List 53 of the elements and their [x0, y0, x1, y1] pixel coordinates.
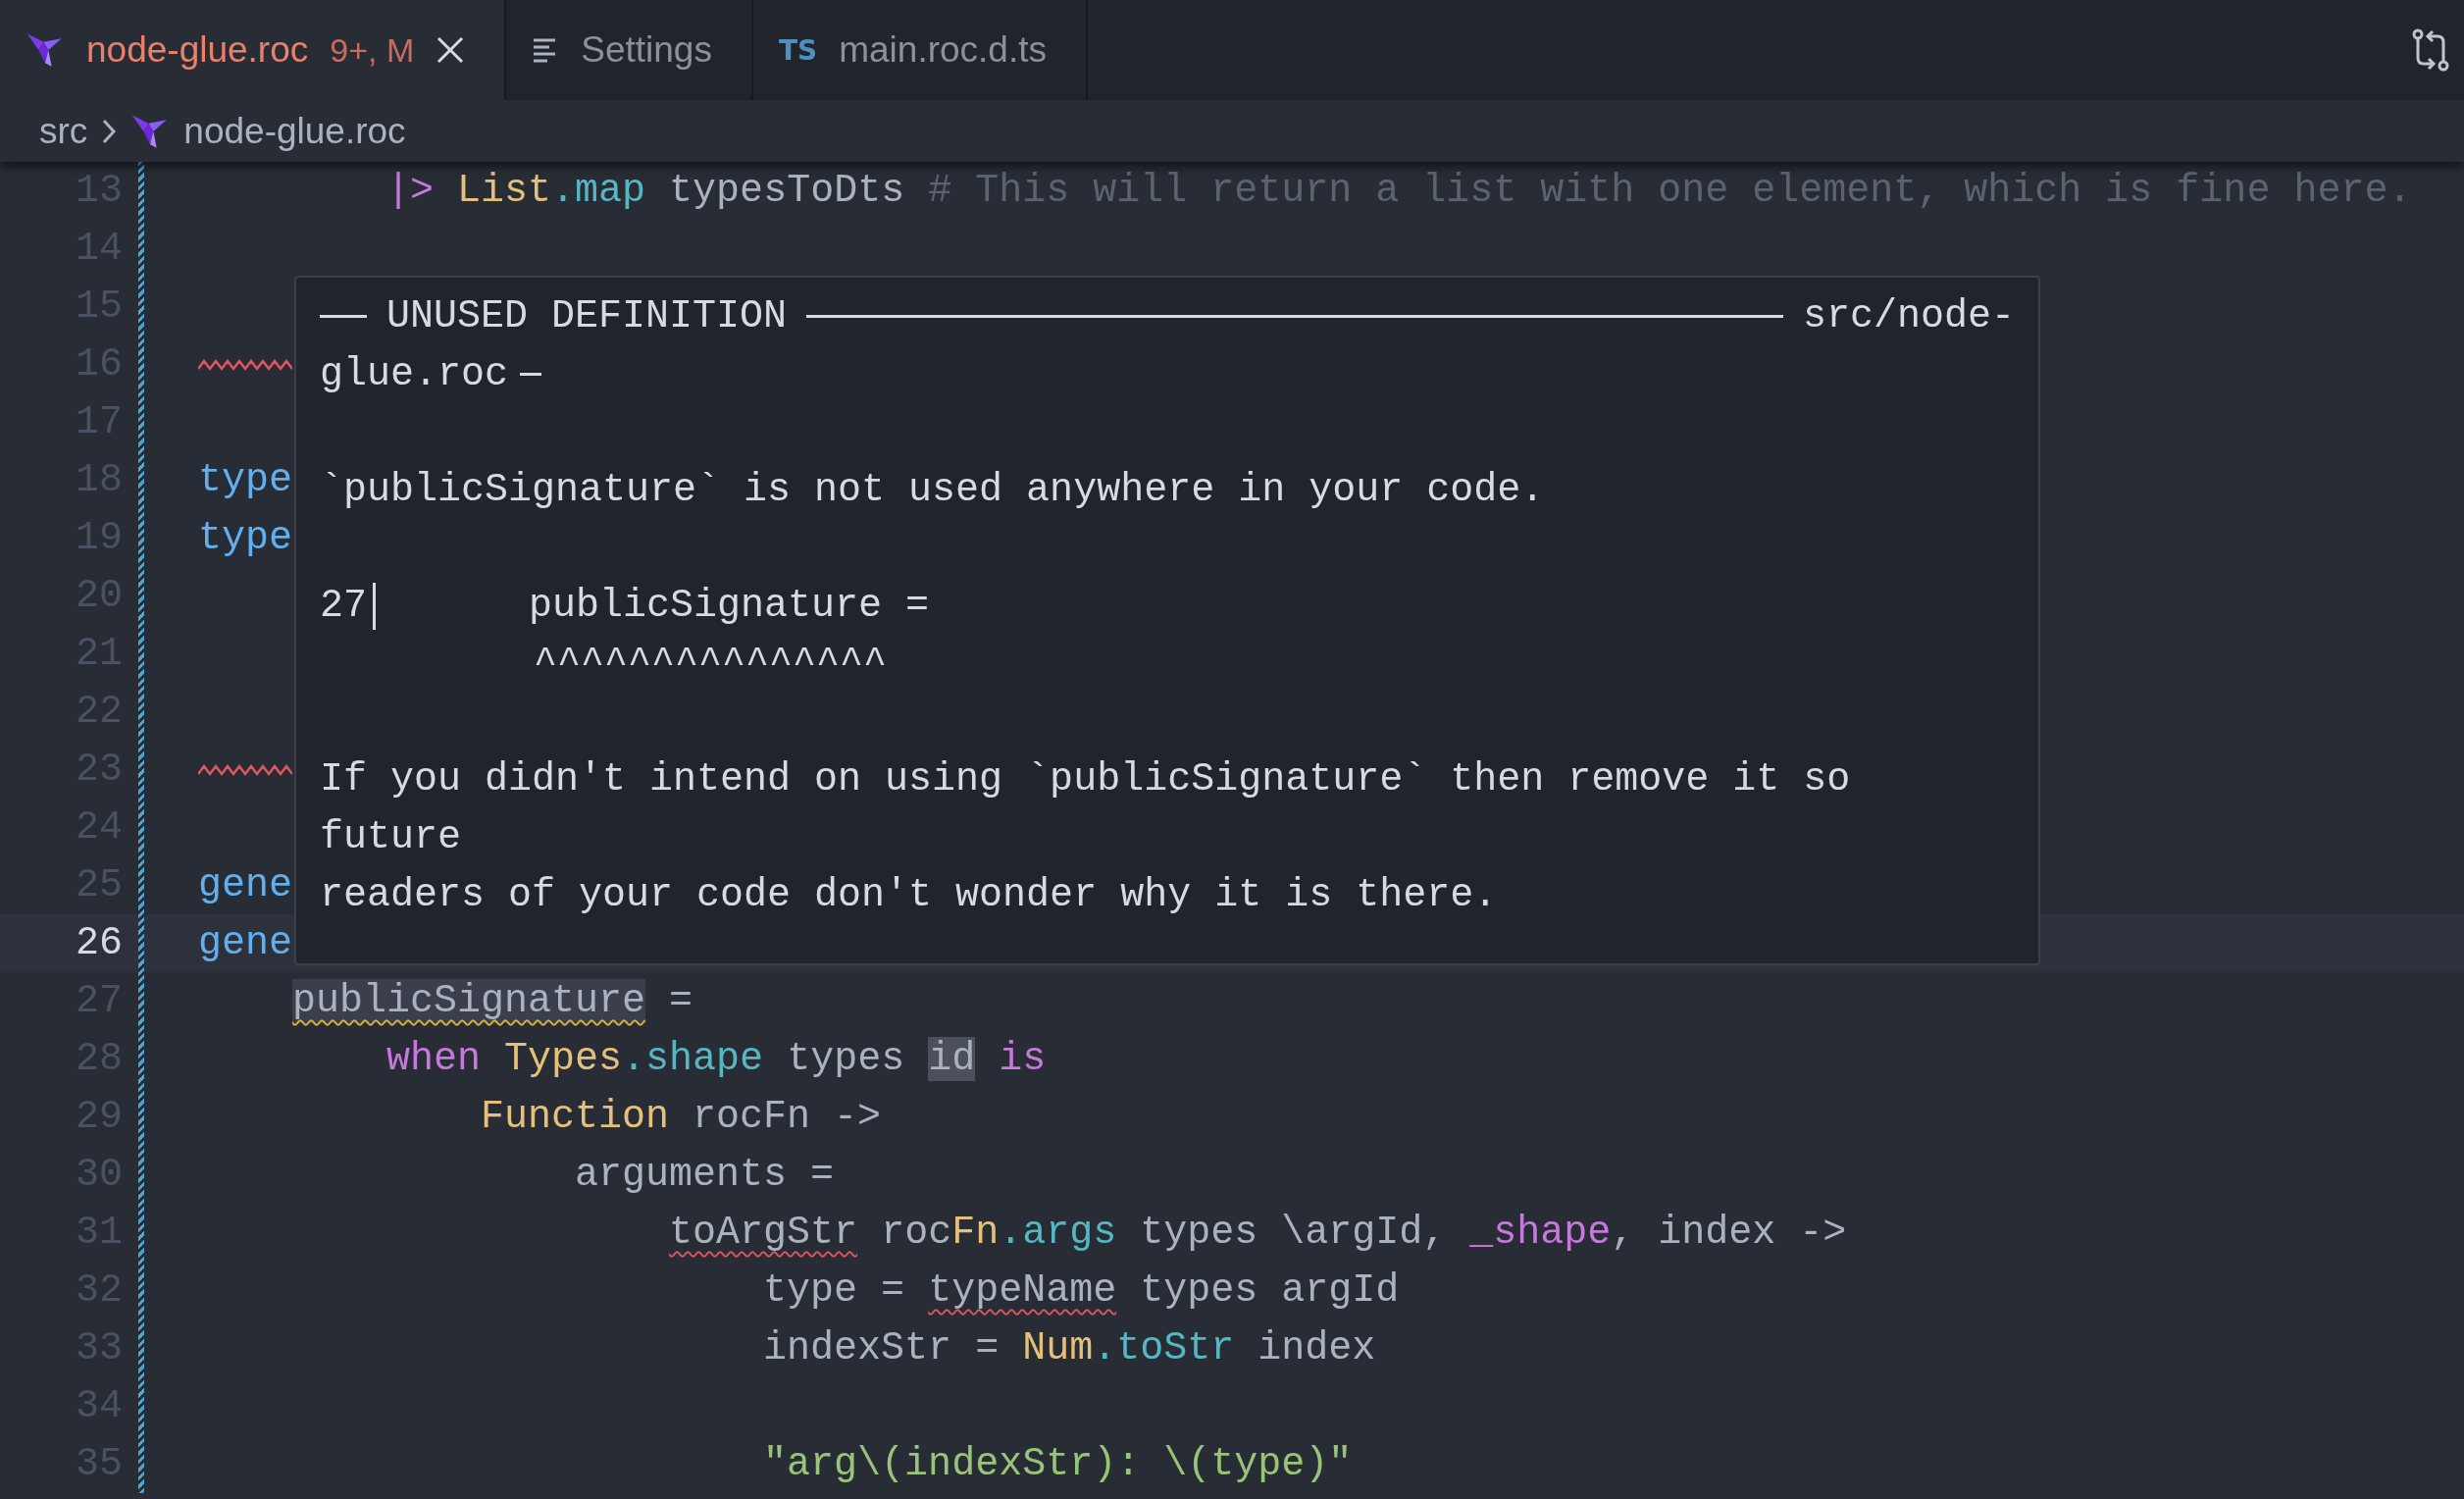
breadcrumb-item[interactable]: node-glue.roc	[183, 110, 406, 152]
code-token: type =	[763, 1268, 906, 1313]
code-token: .toStr	[1093, 1326, 1235, 1370]
compare-changes-icon[interactable]	[2411, 28, 2450, 72]
file-path: glue.roc	[320, 352, 509, 396]
code-token: type	[198, 516, 292, 560]
code-token: , index ->	[1611, 1211, 1847, 1255]
code-token: rocFn ->	[693, 1095, 882, 1139]
code-token: .map	[551, 169, 646, 213]
breadcrumb-item[interactable]: src	[39, 110, 88, 152]
code-token: typesToDts	[669, 169, 906, 213]
code-token: publicSignature	[292, 979, 646, 1023]
code-token: Fn	[951, 1211, 1000, 1255]
code-token: id	[928, 1037, 976, 1081]
code-token: indexStr =	[763, 1326, 1001, 1370]
code-token: .shape	[622, 1037, 764, 1081]
line-number: 26	[75, 921, 123, 965]
code-token: is	[999, 1037, 1047, 1081]
ts-icon: TS	[778, 33, 818, 67]
code-token: typeName	[928, 1268, 1117, 1313]
code-token: gene	[198, 921, 292, 965]
code-snippet: publicSignature =	[529, 584, 930, 628]
editor-tab[interactable]: node-glue.roc 9+, M	[0, 0, 507, 100]
code-token: _shape	[1469, 1211, 1612, 1255]
code-token: List	[457, 169, 552, 213]
error-marker: ^^^^^^^^^^^^^^^	[534, 642, 888, 686]
code-token: toArgStr	[669, 1211, 858, 1255]
code-token: Function	[481, 1095, 670, 1139]
code-token: types	[787, 1037, 906, 1081]
line-number: 27	[320, 584, 367, 628]
popup-message: `publicSignature` is not used anywhere in your code.	[320, 468, 1545, 512]
popup-hint: future	[320, 815, 462, 859]
popup-hint: If you didn't intend on using `publicSignature` then remove it so	[320, 757, 1851, 801]
code-token: .args	[999, 1211, 1117, 1255]
code-token: # This will return a list with one element, which is fine here.	[928, 169, 2412, 213]
code-token: arguments =	[575, 1153, 835, 1197]
code-token: roc	[881, 1211, 952, 1255]
close-icon[interactable]	[436, 35, 466, 65]
code-token: index	[1258, 1326, 1376, 1370]
code-token: when	[386, 1037, 482, 1081]
code-token: types \argId,	[1140, 1211, 1448, 1255]
code-token: gene	[198, 863, 292, 907]
code-token: types argId	[1140, 1268, 1400, 1313]
code-token: type	[198, 458, 292, 502]
code-token: |>	[386, 169, 435, 213]
code-token: Num	[1022, 1326, 1094, 1370]
code-token: =	[669, 979, 693, 1023]
file-path: src/node-	[1802, 294, 2015, 338]
popup-title: UNUSED DEFINITION	[386, 294, 788, 338]
code-token: "arg\(indexStr): \(type)"	[763, 1442, 1353, 1486]
code-token: Types	[504, 1037, 623, 1081]
chevron-icon	[101, 117, 118, 145]
popup-hint: readers of your code don't wonder why it is there.	[320, 873, 1498, 917]
